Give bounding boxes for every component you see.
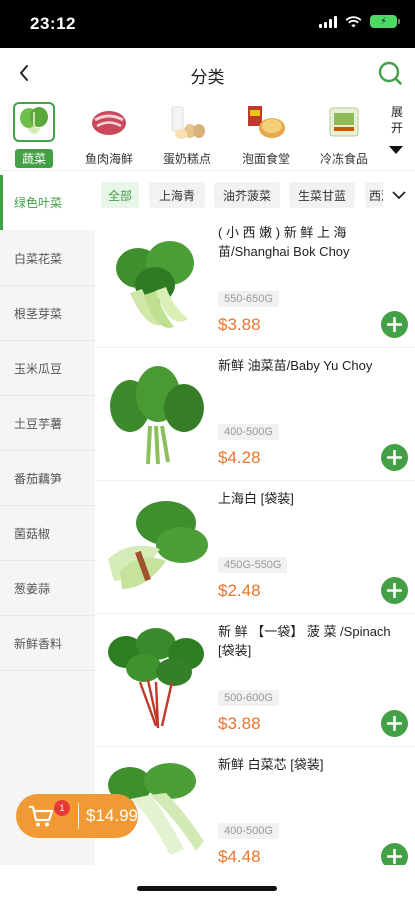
product-weight: 500-600G xyxy=(218,690,279,706)
status-bar: 23:12 ⚡ xyxy=(0,0,415,48)
product-weight: 400-500G xyxy=(218,424,279,440)
sidebar-item-scallion-ginger-garlic[interactable]: 葱姜蒜 xyxy=(0,561,95,616)
yu-choy-image xyxy=(110,366,204,465)
wifi-icon xyxy=(345,15,362,27)
caret-down-icon xyxy=(389,146,403,154)
subcategory-chips: 全部 上海青 油芥菠菜 生菜甘蓝 西洋 xyxy=(95,175,415,215)
subcategory-sidebar: 绿色叶菜 白菜花菜 根茎芽菜 玉米瓜豆 土豆芋薯 番茄藕笋 菌菇椒 葱姜蒜 新鲜… xyxy=(0,175,95,865)
spinach-image xyxy=(108,628,204,729)
product-card[interactable]: 新鲜 油菜苗/Baby Yu Choy 400-500G $4.28 xyxy=(95,348,415,481)
subtabs-expand-button[interactable] xyxy=(383,175,415,215)
product-price: $3.88 xyxy=(218,315,261,334)
page-title: 分类 xyxy=(190,68,225,87)
top-category-bar: 蔬菜 鱼肉海鲜 蛋奶糕点 泡面食堂 冷冻食品 xyxy=(0,98,415,170)
expand-label: 展开 xyxy=(390,105,403,135)
divider xyxy=(0,170,415,171)
sidebar-item-corn-melon-beans[interactable]: 玉米瓜豆 xyxy=(0,341,95,396)
plus-icon xyxy=(387,849,402,864)
shopping-cart-icon xyxy=(29,805,54,827)
product-card[interactable]: 上海白 [袋装] 450G-550G $2.48 xyxy=(95,481,415,614)
cellular-signal-icon xyxy=(319,15,337,28)
top-category-label: 泡面食堂 xyxy=(241,152,290,166)
product-name: 新鲜 白菜芯 [袋装] xyxy=(218,757,324,772)
vegetable-icon xyxy=(13,102,55,142)
chevron-down-icon xyxy=(392,191,406,200)
cart-total: $14.99 xyxy=(86,806,138,825)
product-price: $2.48 xyxy=(218,581,261,600)
product-weight: 450G-550G xyxy=(218,557,288,573)
meat-icon xyxy=(88,102,130,142)
search-icon xyxy=(378,61,402,85)
product-name: 新 鲜 【一袋】 菠 菜 /Spinach [袋装] xyxy=(218,624,391,658)
top-category-frozen-food[interactable]: 冷冻食品 xyxy=(306,100,382,168)
top-category-label: 蔬菜 xyxy=(15,149,53,168)
product-price: $3.88 xyxy=(218,714,261,733)
frozen-food-icon xyxy=(323,102,365,142)
product-card[interactable]: 新 鲜 【一袋】 菠 菜 /Spinach [袋装] 500-600G $3.8… xyxy=(95,614,415,747)
home-indicator-area xyxy=(0,865,415,900)
product-name: 新鲜 油菜苗/Baby Yu Choy xyxy=(218,358,373,373)
product-name: ( 小 西 嫩 ) 新 鲜 上 海 苗/Shanghai Bok Choy xyxy=(218,225,350,259)
cart-count-badge: 1 xyxy=(54,800,70,816)
sidebar-item-leafy-greens[interactable]: 绿色叶菜 xyxy=(0,175,95,230)
divider xyxy=(78,803,79,829)
navbar: 分类 xyxy=(0,48,415,98)
product-card[interactable]: ( 小 西 嫩 ) 新 鲜 上 海 苗/Shanghai Bok Choy 55… xyxy=(95,215,415,348)
plus-icon xyxy=(387,317,402,332)
product-weight: 400-500G xyxy=(218,823,279,839)
status-time: 23:12 xyxy=(30,14,76,33)
plus-icon xyxy=(387,716,402,731)
sidebar-item-tomato-lotus[interactable]: 番茄藕笋 xyxy=(0,451,95,506)
product-card[interactable]: 新鲜 白菜芯 [袋装] 400-500G $4.48 xyxy=(95,747,415,880)
instant-noodle-icon xyxy=(245,102,287,142)
sidebar-item-mushroom-pepper[interactable]: 菌菇椒 xyxy=(0,506,95,561)
add-to-cart-button[interactable] xyxy=(381,710,408,737)
top-category-label: 冷冻食品 xyxy=(319,152,368,166)
add-to-cart-button[interactable] xyxy=(381,311,408,338)
chip-shanghai-green[interactable]: 上海青 xyxy=(149,182,205,208)
top-category-meat-seafood[interactable]: 鱼肉海鲜 xyxy=(71,100,147,168)
cart-button[interactable]: 1 $14.99 xyxy=(16,794,138,838)
sidebar-item-potato-taro[interactable]: 土豆芋薯 xyxy=(0,396,95,451)
home-indicator[interactable] xyxy=(137,886,277,891)
sidebar-item-fresh-herbs[interactable]: 新鲜香料 xyxy=(0,616,95,671)
battery-charging-icon: ⚡ xyxy=(370,15,400,28)
product-name: 上海白 [袋装] xyxy=(218,491,294,506)
dairy-egg-icon xyxy=(166,102,208,142)
top-category-dairy-eggs[interactable]: 蛋奶糕点 xyxy=(149,100,225,168)
shanghai-bok-choy-bundle-image xyxy=(108,501,208,589)
sidebar-item-root-sprouts[interactable]: 根茎芽菜 xyxy=(0,286,95,341)
expand-categories-button[interactable]: 展开 xyxy=(382,104,412,166)
top-category-instant-noodles[interactable]: 泡面食堂 xyxy=(228,100,304,168)
plus-icon xyxy=(387,450,402,465)
product-price: $4.28 xyxy=(218,448,261,467)
product-price: $4.48 xyxy=(218,847,261,866)
top-category-label: 鱼肉海鲜 xyxy=(84,152,133,166)
search-button[interactable] xyxy=(377,60,403,86)
sidebar-item-cabbage-cauliflower[interactable]: 白菜花菜 xyxy=(0,231,95,286)
bok-choy-image xyxy=(116,241,194,328)
add-to-cart-button[interactable] xyxy=(381,577,408,604)
chip-lettuce-cabbage[interactable]: 生菜甘蓝 xyxy=(289,182,355,208)
top-category-label: 蛋奶糕点 xyxy=(162,152,211,166)
chip-all[interactable]: 全部 xyxy=(101,182,139,208)
product-weight: 550-650G xyxy=(218,291,279,307)
product-list: ( 小 西 嫩 ) 新 鲜 上 海 苗/Shanghai Bok Choy 55… xyxy=(95,215,415,880)
add-to-cart-button[interactable] xyxy=(381,444,408,471)
status-icons: ⚡ xyxy=(319,15,400,28)
top-category-vegetables[interactable]: 蔬菜 xyxy=(0,100,72,168)
chip-mustard-spinach[interactable]: 油芥菠菜 xyxy=(214,182,280,208)
plus-icon xyxy=(387,583,402,598)
